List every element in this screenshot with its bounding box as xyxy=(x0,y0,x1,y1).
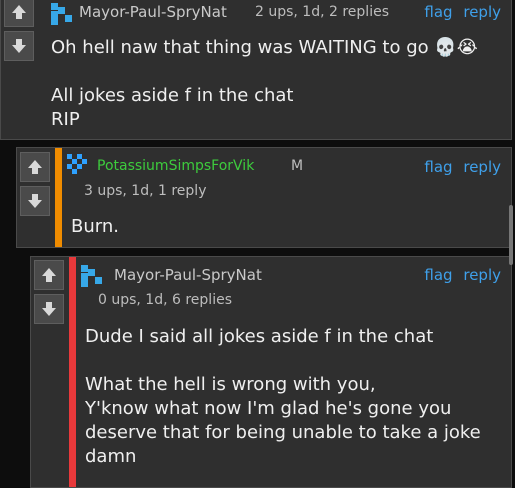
reply-link[interactable]: reply xyxy=(463,266,501,284)
comment-text-line: Burn. xyxy=(71,216,119,237)
upvote-arrow-icon xyxy=(42,268,56,282)
comment-text-line: Oh hell naw that thing was WAITING to go xyxy=(51,37,429,58)
avatar-icon[interactable] xyxy=(67,154,89,176)
upvote-button[interactable] xyxy=(34,260,64,290)
comment-text-line: Y'know what now I'm glad he's gone you xyxy=(85,398,452,419)
comment-actions: flag reply xyxy=(424,266,501,284)
comment-body: Burn. xyxy=(71,215,119,239)
comment-username[interactable]: PotassiumSimpsForVik xyxy=(97,158,254,174)
upvote-button[interactable] xyxy=(20,152,50,182)
comment-2: PotassiumSimpsForVik M 3 ups, 1d, 1 repl… xyxy=(16,147,512,248)
comment-body: Dude I said all jokes aside f in the cha… xyxy=(85,325,505,469)
vote-column xyxy=(20,152,50,220)
comment-text-line: What the hell is wrong with you, xyxy=(85,374,376,395)
avatar-icon[interactable] xyxy=(81,265,103,287)
comment-text-line: damn xyxy=(85,446,137,467)
flag-link[interactable]: flag xyxy=(424,3,452,21)
reply-link[interactable]: reply xyxy=(463,3,501,21)
comment-text-line: All jokes aside f in the chat xyxy=(51,85,294,106)
comment-actions: flag reply xyxy=(424,158,501,176)
downvote-arrow-icon xyxy=(12,39,26,53)
downvote-button[interactable] xyxy=(4,31,34,61)
downvote-arrow-icon xyxy=(28,194,42,208)
reply-link[interactable]: reply xyxy=(463,158,501,176)
thread-stripe xyxy=(69,257,76,487)
vote-column xyxy=(34,260,64,328)
avatar-icon[interactable] xyxy=(51,3,73,25)
downvote-button[interactable] xyxy=(34,294,64,324)
scrollbar-thumb[interactable] xyxy=(509,205,513,265)
comment-meta: 2 ups, 1d, 2 replies xyxy=(255,4,389,20)
upvote-arrow-icon xyxy=(12,5,26,19)
user-badge: M xyxy=(291,158,304,174)
emoji-skull-crying: 💀😭 xyxy=(434,37,478,58)
comment-text-line: deserve that for being unable to take a … xyxy=(85,422,481,443)
comment-actions: flag reply xyxy=(424,3,501,21)
vote-column xyxy=(4,0,34,65)
flag-link[interactable]: flag xyxy=(424,266,452,284)
comment-1: Mayor-Paul-SpryNat 2 ups, 1d, 2 replies … xyxy=(0,0,512,140)
comment-meta: 3 ups, 1d, 1 reply xyxy=(84,183,207,199)
downvote-arrow-icon xyxy=(42,302,56,316)
comment-3: Mayor-Paul-SpryNat 0 ups, 1d, 6 replies … xyxy=(30,256,512,488)
comment-text-line: Dude I said all jokes aside f in the cha… xyxy=(85,326,434,347)
upvote-button[interactable] xyxy=(4,0,34,27)
downvote-button[interactable] xyxy=(20,186,50,216)
thread-stripe xyxy=(55,148,62,247)
comment-meta: 0 ups, 1d, 6 replies xyxy=(98,292,232,308)
comment-text-line: RIP xyxy=(51,109,80,130)
comment-username[interactable]: Mayor-Paul-SpryNat xyxy=(79,3,227,21)
flag-link[interactable]: flag xyxy=(424,158,452,176)
comment-username[interactable]: Mayor-Paul-SpryNat xyxy=(114,266,262,284)
comment-body: Oh hell naw that thing was WAITING to go… xyxy=(51,36,506,132)
upvote-arrow-icon xyxy=(28,160,42,174)
